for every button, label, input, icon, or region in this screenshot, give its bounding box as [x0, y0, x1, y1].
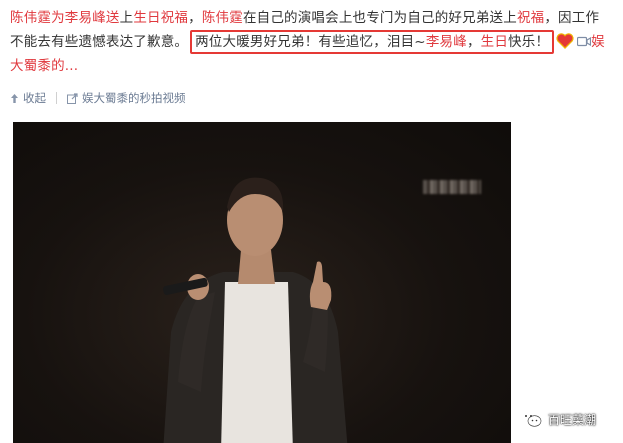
- video-player[interactable]: [13, 122, 511, 443]
- mention-li-yifeng[interactable]: 李易峰: [426, 34, 467, 50]
- quote-text: 快乐！: [508, 34, 550, 50]
- birthday-wish-link[interactable]: 生日祝福: [133, 10, 188, 26]
- wechat-watermark: 百旺菜潮: [520, 410, 596, 428]
- text-segment: 上: [119, 10, 134, 26]
- quote-text: 两位大暖男好兄弟！有些追忆，泪目~: [195, 34, 426, 50]
- highlighted-quote-box: 两位大暖男好兄弟！有些追忆，泪目~李易峰，生日快乐！: [190, 30, 555, 54]
- video-author-link[interactable]: 大蜀黍的...: [10, 58, 78, 74]
- text-segment: ，因工作: [544, 10, 600, 26]
- text-segment: ，: [188, 10, 202, 26]
- heart-icon: [556, 33, 574, 49]
- arrow-up-icon: [11, 93, 18, 103]
- collapse-button[interactable]: 收起: [10, 90, 46, 106]
- video-author-prefix[interactable]: 娱: [591, 34, 605, 50]
- text-segment: 不能去有些遗憾表达了歉意。: [10, 34, 189, 50]
- post-line-2: 不能去有些遗憾表达了歉意。 两位大暖男好兄弟！有些追忆，泪目~李易峰，生日快乐！ 娱: [10, 30, 610, 54]
- post-text: 陈伟霆为李易峰送上生日祝福，陈伟霆在自己的演唱会上也专门为自己的好兄弟送上祝福，…: [10, 6, 610, 78]
- wechat-account-name: 百旺菜潮: [548, 412, 597, 427]
- blurred-watermark: [423, 180, 481, 194]
- collapse-label: 收起: [23, 91, 46, 105]
- post-actions: 收起 娱大蜀黍的秒拍视频: [10, 90, 186, 106]
- quote-text: ，: [466, 34, 481, 50]
- video-icon[interactable]: [577, 36, 592, 47]
- singer-image: [162, 177, 348, 443]
- wechat-icon: [521, 411, 542, 427]
- post-line-3: 大蜀黍的...: [10, 54, 610, 78]
- mention-chen-weiting-li-yifeng[interactable]: 陈伟霆为李易峰送: [10, 10, 120, 26]
- video-source-label: 娱大蜀黍的秒拍视频: [82, 91, 186, 105]
- mention-chen-weiting[interactable]: 陈伟霆: [202, 10, 243, 26]
- post-line-1: 陈伟霆为李易峰送上生日祝福，陈伟霆在自己的演唱会上也专门为自己的好兄弟送上祝福，…: [10, 6, 610, 30]
- wish-link[interactable]: 祝福: [517, 10, 544, 26]
- external-link-icon: [67, 92, 78, 104]
- birthday-link[interactable]: 生日: [481, 34, 508, 50]
- divider: [56, 92, 57, 104]
- video-source-link[interactable]: 娱大蜀黍的秒拍视频: [67, 90, 186, 106]
- text-segment: 在自己的演唱会上也专门为自己的好兄弟送上: [242, 10, 517, 26]
